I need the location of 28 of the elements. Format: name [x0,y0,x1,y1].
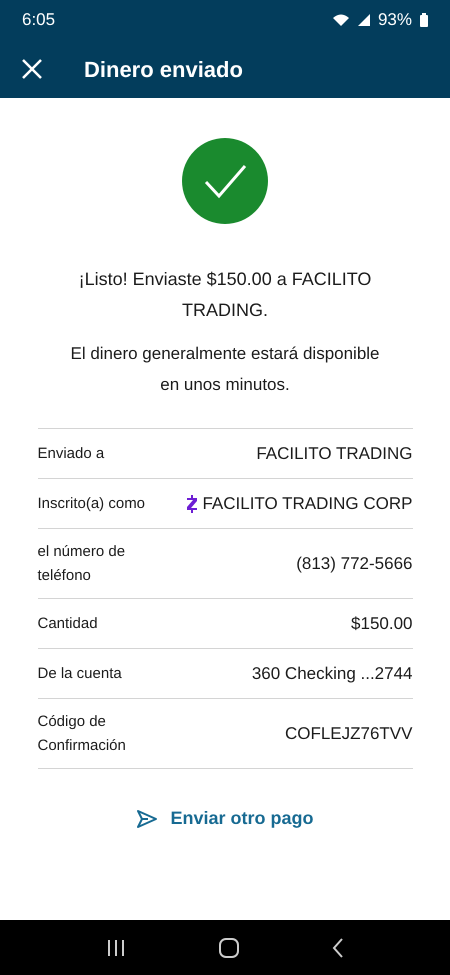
wifi-icon [332,13,350,27]
detail-value: 360 Checking ...2744 [252,662,412,685]
home-icon[interactable] [218,938,239,958]
back-icon[interactable] [332,938,344,958]
status-time: 6:05 [22,9,56,32]
detail-label: De la cuenta [38,664,123,684]
detail-value: FACILITO TRADING [256,442,412,465]
battery-icon [420,13,428,27]
screen-title: Dinero enviado [84,56,243,84]
send-icon [136,808,158,828]
recent-apps-icon[interactable] [106,938,126,956]
detail-value: COFLEJZ76TVV [284,722,412,745]
success-message: ¡Listo! Enviaste $150.00 a FACILITO TRADING. [78,268,372,322]
checkmark-icon [182,138,268,224]
detail-label: Cantidad [38,614,99,634]
signal-icon [358,14,370,26]
detail-label: Enviado a [38,444,106,464]
detail-label: Inscrito(a) como [38,494,146,514]
close-button[interactable] [20,57,44,81]
availability-note: El dinero generalmente estará disponible en unos minutos. [69,343,381,396]
detail-value: FACILITO TRADING CORP [202,492,412,515]
detail-value: $150.00 [351,612,412,635]
detail-label: Código de Confirmación [38,712,127,756]
dollar-sign-icon [186,494,198,512]
detail-value: (813) 772-5666 [296,552,412,575]
detail-label: el número de teléfono [38,542,126,586]
send-another-payment-button[interactable]: Enviar otro pago [136,805,314,832]
battery-level: 93% [378,9,412,32]
